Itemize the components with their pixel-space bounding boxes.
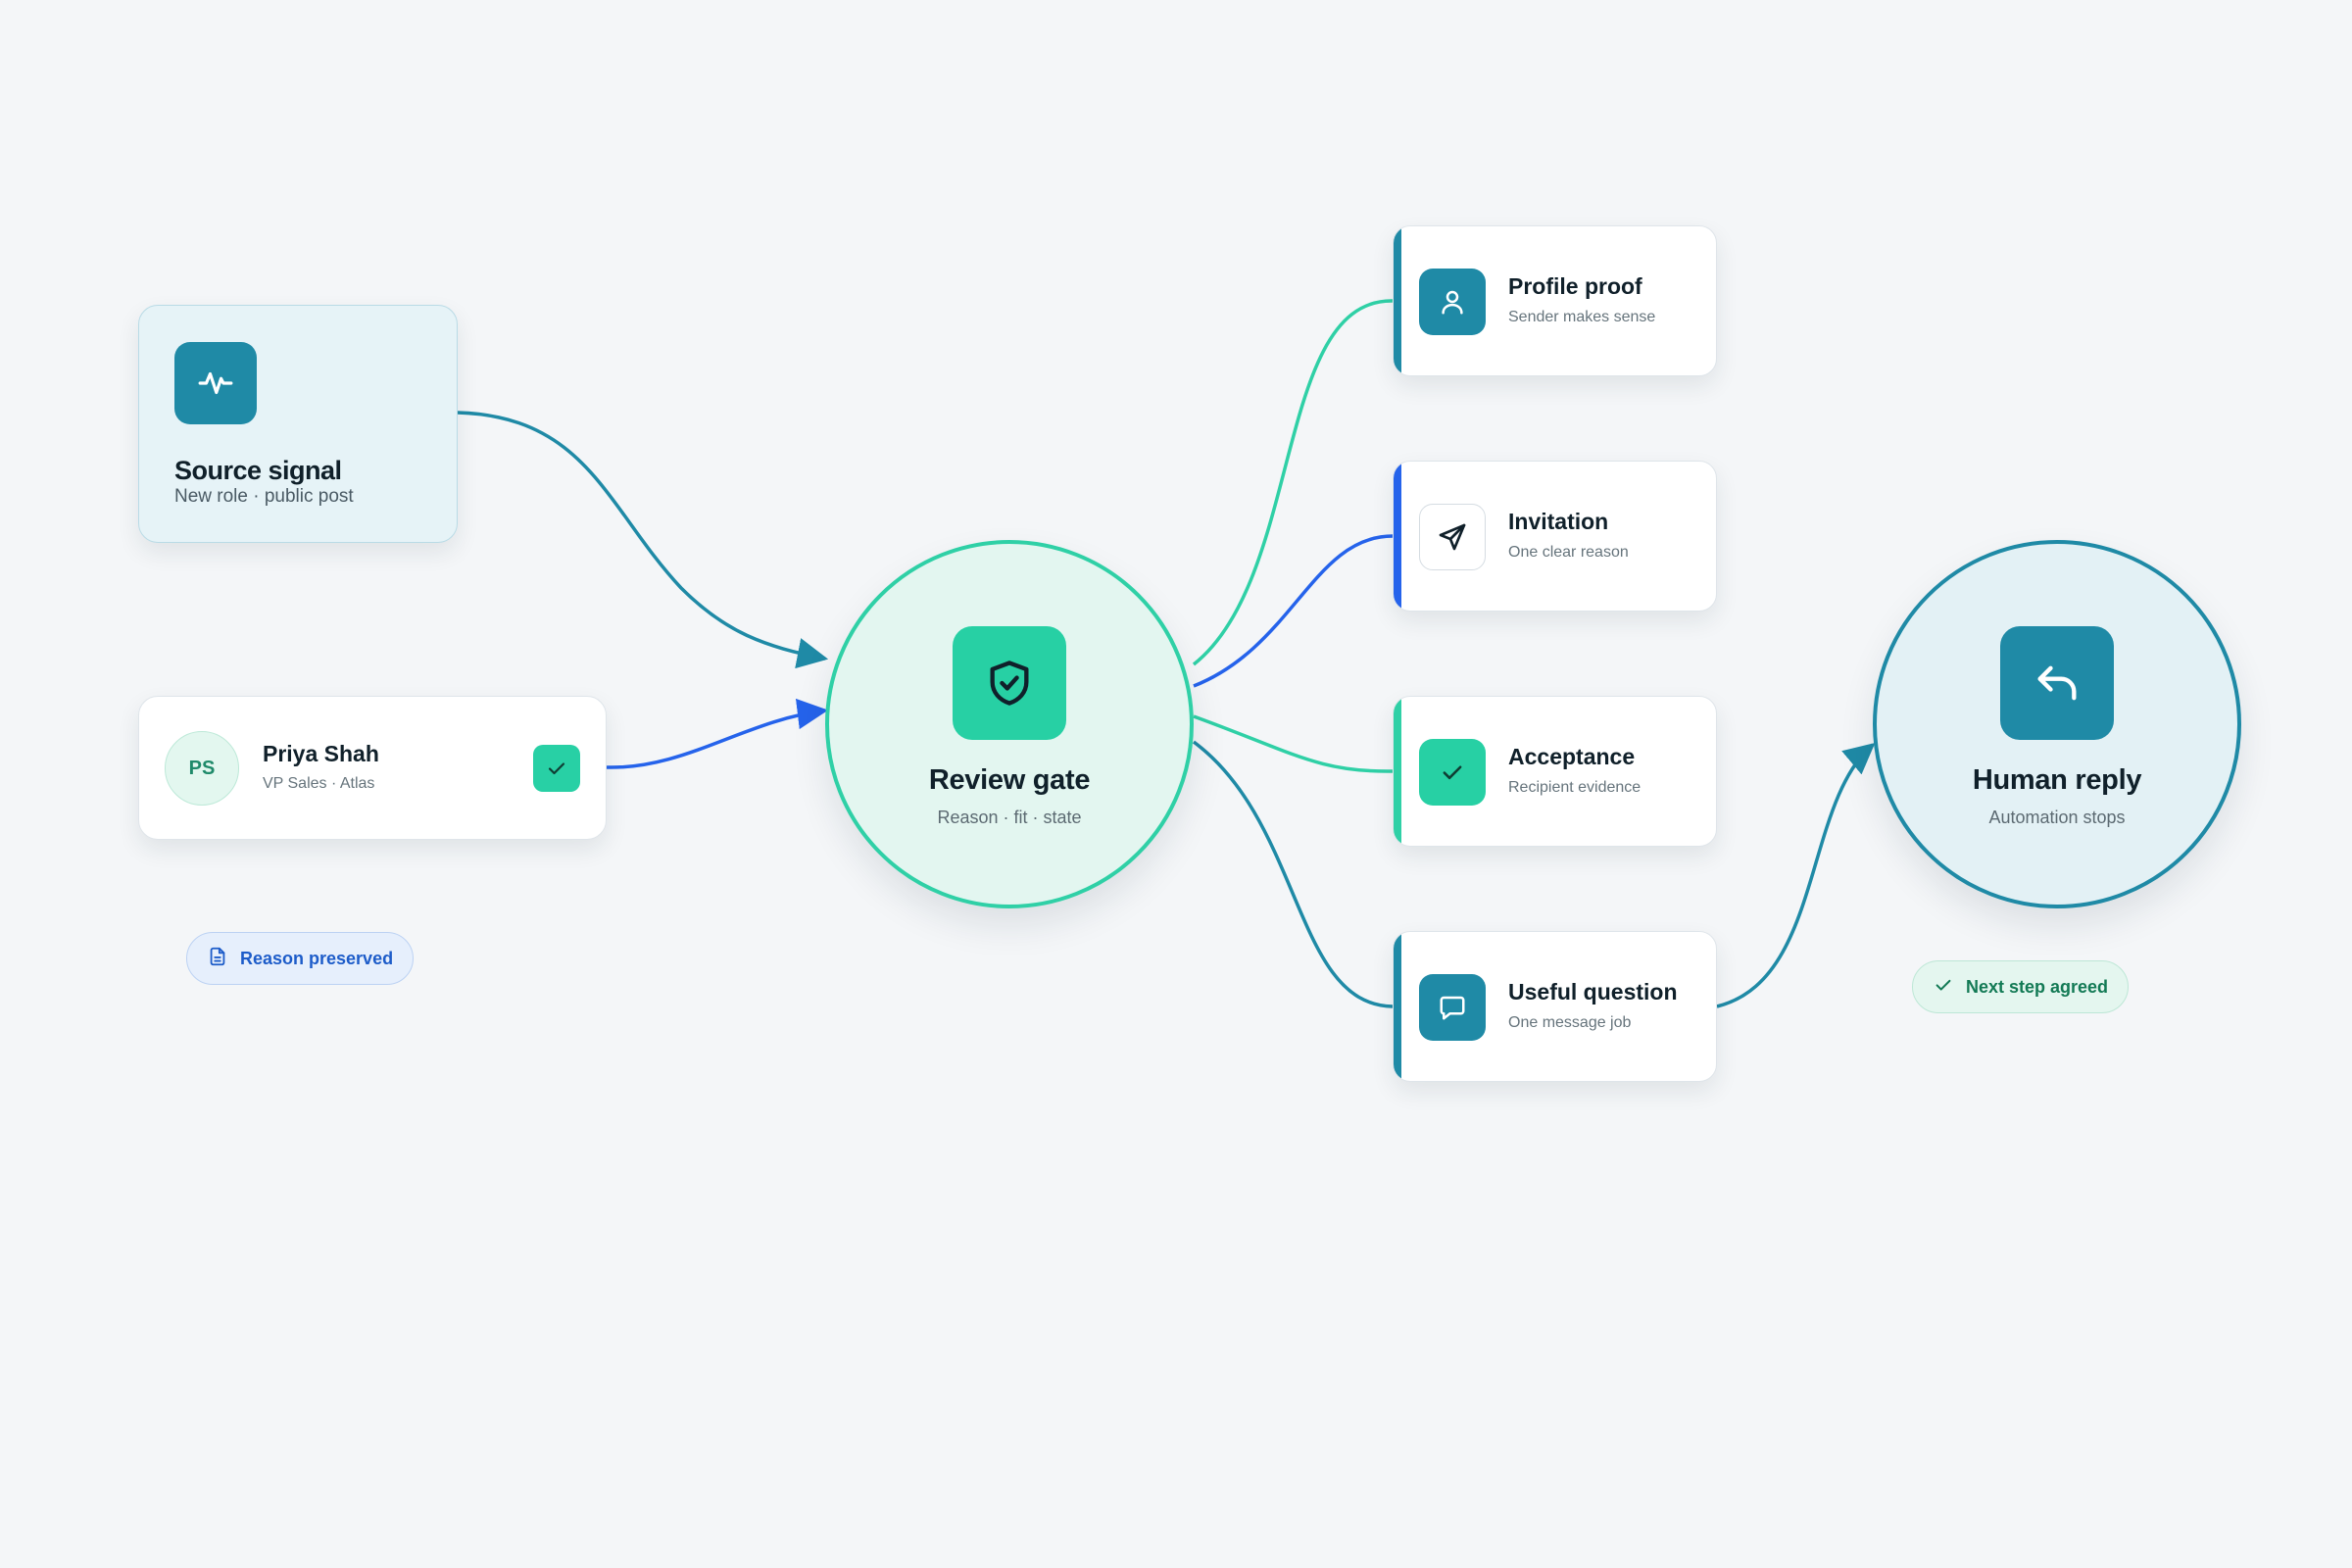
reply-icon	[2000, 626, 2114, 740]
edge-person-to-gate	[606, 698, 829, 769]
step-subtitle: One message job	[1508, 1014, 1632, 1031]
step-accent	[1394, 462, 1401, 611]
step-card-acceptance[interactable]: Acceptance Recipient evidence	[1393, 696, 1717, 847]
reason-preserved-label: Reason preserved	[240, 948, 394, 968]
check-icon	[533, 745, 580, 792]
shield-check-icon	[953, 626, 1066, 740]
edge-gate-to-invitation	[1193, 534, 1394, 688]
step-subtitle: One clear reason	[1508, 544, 1629, 561]
user-icon	[1419, 269, 1486, 335]
step-title: Acceptance	[1508, 744, 1636, 769]
step-subtitle: Recipient evidence	[1508, 779, 1642, 796]
check-icon	[1933, 974, 1954, 1001]
flow-diagram: Source signal New role · public post PS …	[0, 0, 2352, 1568]
source-signal-subtitle: New role · public post	[174, 486, 354, 507]
edge-question-to-reply	[1716, 742, 1876, 1008]
step-title: Profile proof	[1508, 273, 1642, 299]
human-reply-title: Human reply	[1972, 764, 2142, 796]
step-accent	[1394, 226, 1401, 375]
step-accent	[1394, 697, 1401, 846]
document-icon	[207, 946, 228, 972]
contact-card[interactable]: PS Priya Shah VP Sales · Atlas	[138, 696, 607, 840]
message-icon	[1419, 974, 1486, 1041]
send-icon	[1419, 504, 1486, 570]
next-step-pill: Next step agreed	[1912, 960, 2130, 1013]
edge-gate-to-profile	[1192, 299, 1394, 666]
next-step-label: Next step agreed	[1966, 976, 2109, 997]
human-reply-subtitle: Automation stops	[1988, 808, 2126, 827]
edge-gate-to-question	[1192, 740, 1394, 1008]
step-title: Invitation	[1508, 509, 1609, 534]
human-reply-node[interactable]: Human reply Automation stops	[1873, 540, 2241, 908]
step-subtitle: Sender makes sense	[1508, 309, 1656, 325]
activity-icon	[174, 342, 257, 424]
review-gate-node[interactable]: Review gate Reason · fit · state	[825, 540, 1194, 908]
edge-gate-to-acceptance	[1193, 714, 1394, 773]
source-signal-title: Source signal	[174, 456, 342, 485]
contact-name: Priya Shah	[263, 741, 379, 766]
check-icon	[1419, 739, 1486, 806]
contact-role: VP Sales · Atlas	[263, 775, 375, 792]
step-card-profile-proof[interactable]: Profile proof Sender makes sense	[1393, 225, 1717, 376]
step-card-invitation[interactable]: Invitation One clear reason	[1393, 461, 1717, 612]
step-card-useful-question[interactable]: Useful question One message job	[1393, 931, 1717, 1082]
step-title: Useful question	[1508, 979, 1678, 1004]
review-gate-subtitle: Reason · fit · state	[937, 808, 1082, 827]
reason-preserved-pill: Reason preserved	[186, 932, 415, 985]
avatar: PS	[165, 731, 239, 806]
edge-source-to-gate	[457, 411, 829, 669]
review-gate-title: Review gate	[928, 764, 1091, 796]
step-accent	[1394, 932, 1401, 1081]
source-signal-card[interactable]: Source signal New role · public post	[138, 305, 458, 543]
